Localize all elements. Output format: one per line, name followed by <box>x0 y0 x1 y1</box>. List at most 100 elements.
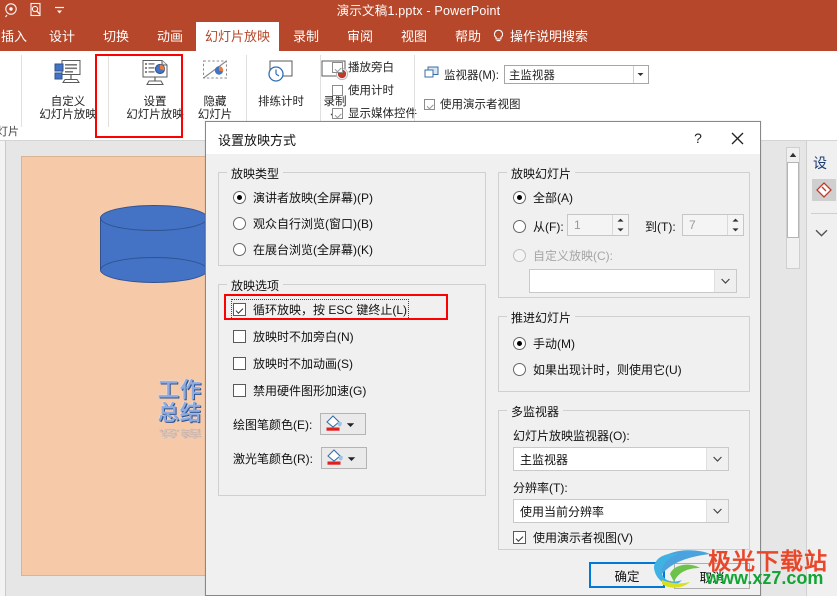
radio-advance-using-timings[interactable]: 如果出现计时，则使用它(U) <box>513 361 682 378</box>
radio-slide-range[interactable]: 从(F): <box>513 218 564 235</box>
to-label: 到(T): <box>645 220 676 234</box>
checkbox-glyph <box>233 384 246 397</box>
tab-design[interactable]: 设计 <box>40 22 84 51</box>
spinner-to-value: 7 <box>689 218 696 232</box>
monitor-label: 监视器(M): <box>444 69 499 82</box>
radio-all-slides[interactable]: 全部(A) <box>513 189 573 206</box>
ribbon-button-hide-slide[interactable]: 隐藏 幻灯片 <box>186 59 244 122</box>
ribbon-monitor-row: 监视器(M): 主监视器 <box>424 65 649 84</box>
spinner-up-icon[interactable] <box>728 215 743 225</box>
group-show-slides-legend: 放映幻灯片 <box>507 165 576 182</box>
ok-button[interactable]: 确定 <box>589 562 665 588</box>
pen-fill-icon <box>324 414 344 435</box>
radio-label: 自定义放映(C): <box>533 249 613 263</box>
spinner-from-slide[interactable]: 1 <box>567 214 629 236</box>
ribbon-checkbox-play-narrations[interactable]: 播放旁白 <box>332 59 394 75</box>
tab-animations[interactable]: 动画 <box>148 22 192 51</box>
checkbox-glyph <box>332 84 343 96</box>
group-advance-slides: 推进幻灯片 手动(M) 如果出现计时，则使用它(U) <box>498 309 750 392</box>
laser-color-label: 激光笔颜色(R): <box>233 451 313 466</box>
vertical-scrollbar[interactable] <box>786 147 800 269</box>
checkbox-disable-hardware-acceleration[interactable]: 禁用硬件图形加速(G) <box>233 382 366 399</box>
checkbox-glyph <box>332 107 343 119</box>
dialog-title-bar: 设置放映方式 ? <box>206 122 760 154</box>
checkbox-label: 循环放映，按 ESC 键终止(L) <box>253 303 408 317</box>
ribbon-checkbox-show-media-controls[interactable]: 显示媒体控件 <box>332 105 417 121</box>
ribbon-checkbox-use-presenter-view[interactable]: 使用演示者视图 <box>424 96 521 112</box>
rehearse-timings-icon <box>252 59 310 93</box>
chevron-down-icon[interactable] <box>347 451 356 465</box>
chevron-down-icon[interactable] <box>714 270 736 292</box>
tab-record[interactable]: 录制 <box>284 22 328 51</box>
ribbon-button-label-bottom: 幻灯片放映 <box>39 109 97 121</box>
checkbox-use-presenter-view[interactable]: 使用演示者视图(V) <box>513 529 633 546</box>
task-pane-title: 设 <box>813 155 827 171</box>
combo-slideshow-monitor[interactable]: 主监视器 <box>513 447 729 471</box>
chevron-down-icon[interactable] <box>706 500 728 522</box>
ribbon-checkbox-label: 使用演示者视图 <box>440 99 521 111</box>
radio-browsed-by-individual[interactable]: 观众自行浏览(窗口)(B) <box>233 215 373 232</box>
checkbox-show-without-animation[interactable]: 放映时不加动画(S) <box>233 355 353 372</box>
setup-show-dialog[interactable]: 设置放映方式 ? 放映类型 演讲者放映(全屏幕)(P) 观众自行浏览(窗口)(B… <box>205 121 761 596</box>
wordart-line-2: 总结 <box>158 402 202 425</box>
group-show-options: 放映选项 循环放映，按 ESC 键终止(L) 放映时不加旁白(N) 放映时不加动… <box>218 277 486 496</box>
combo-resolution[interactable]: 使用当前分辨率 <box>513 499 729 523</box>
ribbon-button-label-top: 隐藏 <box>203 96 227 108</box>
ribbon-button-label-top: 自定义 <box>50 96 86 108</box>
group-show-slides: 放映幻灯片 全部(A) 从(F): 1 到(T): 7 自定义放映(C): <box>498 165 750 298</box>
checkbox-loop-until-esc[interactable]: 循环放映，按 ESC 键终止(L) <box>230 299 410 320</box>
radio-glyph <box>233 243 246 256</box>
laser-color-button[interactable] <box>321 447 367 469</box>
chevron-down-icon[interactable] <box>815 226 828 240</box>
scrollbar-thumb[interactable] <box>787 162 799 238</box>
ribbon-checkbox-label: 显示媒体控件 <box>348 108 417 120</box>
tab-review[interactable]: 审阅 <box>338 22 382 51</box>
spinner-down-icon[interactable] <box>613 225 628 235</box>
spinner-up-icon[interactable] <box>613 215 628 225</box>
tab-insert[interactable]: 插入 <box>0 22 36 51</box>
ribbon-button-setup-slideshow[interactable]: 设置 幻灯片放映 <box>117 59 193 122</box>
tab-slideshow[interactable]: 幻灯片放映 <box>196 22 280 51</box>
checkbox-show-without-narration[interactable]: 放映时不加旁白(N) <box>233 328 354 345</box>
fill-color-icon[interactable] <box>812 179 836 201</box>
combo-custom-show[interactable] <box>529 269 737 293</box>
tell-me-search[interactable]: 操作说明搜索 <box>492 22 588 51</box>
spinner-down-icon[interactable] <box>728 225 743 235</box>
group-multiple-monitors: 多监视器 幻灯片放映监视器(O): 主监视器 分辨率(T): 使用当前分辨率 使… <box>498 403 750 550</box>
radio-custom-show[interactable]: 自定义放映(C): <box>513 247 613 264</box>
chevron-down-icon[interactable] <box>632 66 648 83</box>
ribbon-button-custom-slideshow[interactable]: 自定义 幻灯片放映 <box>30 59 106 122</box>
tab-view[interactable]: 视图 <box>392 22 436 51</box>
scroll-up-arrow-icon[interactable] <box>787 148 799 162</box>
group-show-type: 放映类型 演讲者放映(全屏幕)(P) 观众自行浏览(窗口)(B) 在展台浏览(全… <box>218 165 486 266</box>
radio-advance-manually[interactable]: 手动(M) <box>513 335 575 352</box>
radio-browsed-at-kiosk[interactable]: 在展台浏览(全屏幕)(K) <box>233 241 373 258</box>
tab-help[interactable]: 帮助 <box>446 22 490 51</box>
wordart-line-1: 工作 <box>158 379 202 402</box>
chevron-down-icon[interactable] <box>346 417 355 431</box>
cancel-button[interactable]: 取消 <box>674 563 750 589</box>
radio-presenter-fullscreen[interactable]: 演讲者放映(全屏幕)(P) <box>233 189 373 206</box>
pen-color-label: 绘图笔颜色(E): <box>233 417 313 432</box>
spinner-buttons[interactable] <box>727 215 743 235</box>
close-icon[interactable] <box>724 128 750 148</box>
tab-transitions[interactable]: 切换 <box>94 22 138 51</box>
ribbon-button-rehearse-timings[interactable]: 排练计时 <box>252 59 310 109</box>
group-multiple-monitors-legend: 多监视器 <box>507 403 564 420</box>
help-icon[interactable]: ? <box>688 128 708 148</box>
combo-resolution-value: 使用当前分辨率 <box>520 504 605 519</box>
spinner-to-slide[interactable]: 7 <box>682 214 744 236</box>
chevron-down-icon[interactable] <box>706 448 728 470</box>
wordart-reflection: 总结 <box>158 428 202 439</box>
radio-label: 观众自行浏览(窗口)(B) <box>253 217 373 231</box>
checkbox-glyph <box>233 357 246 370</box>
monitor-combo[interactable]: 主监视器 <box>503 65 649 84</box>
format-task-pane: 设 <box>806 141 837 596</box>
spinner-buttons[interactable] <box>612 215 628 235</box>
spinner-from-value: 1 <box>574 218 581 232</box>
hide-slide-icon <box>186 59 244 93</box>
pen-color-button[interactable] <box>320 413 367 435</box>
ribbon-checkbox-use-timings[interactable]: 使用计时 <box>332 82 394 98</box>
wordart-text[interactable]: 工作 总结 总结 <box>150 379 210 445</box>
thumbnail-pane-strip <box>0 141 6 596</box>
